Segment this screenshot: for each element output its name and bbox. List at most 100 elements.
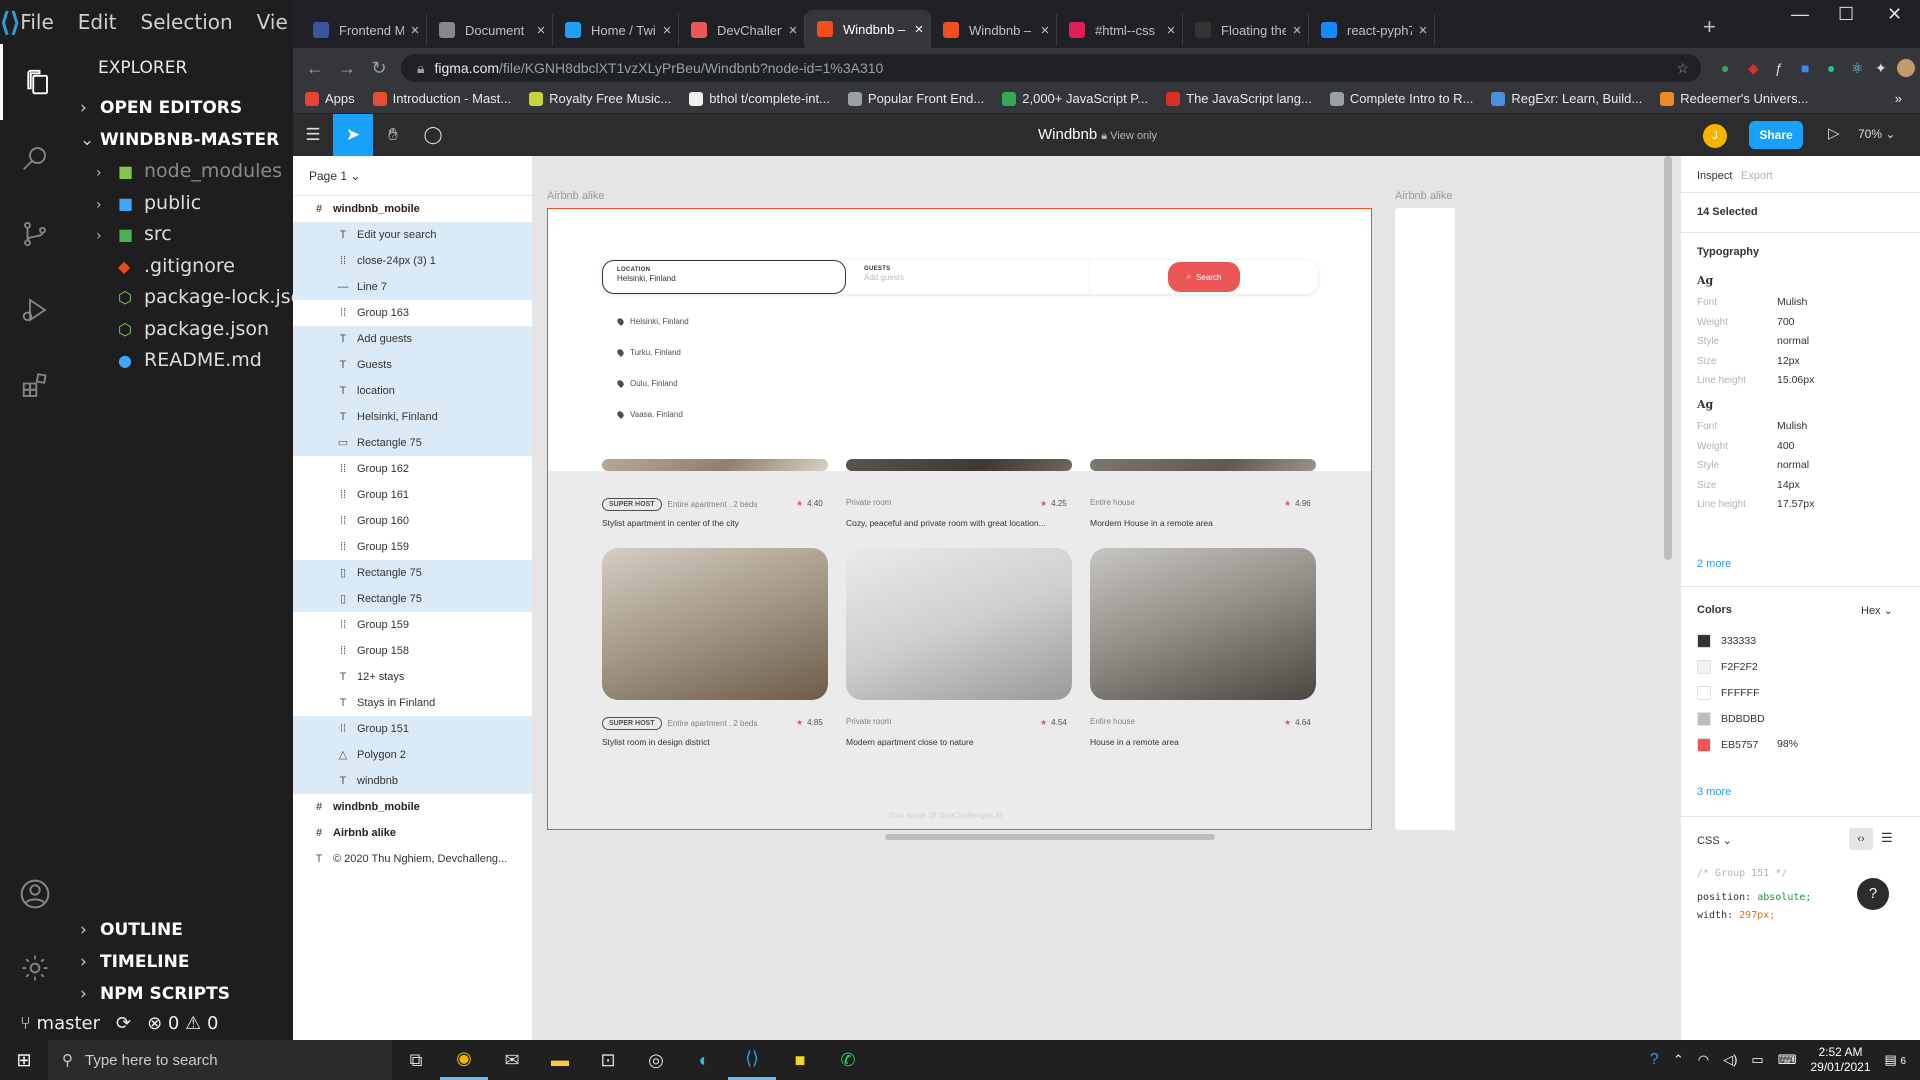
battery-icon[interactable]: ▭	[1751, 1052, 1763, 1068]
color-swatch-row[interactable]: FFFFFF	[1697, 686, 1759, 700]
layer-item[interactable]: ⁞⁞ Group 162	[293, 456, 532, 482]
bookmark-item[interactable]: bthol t/complete-int...	[689, 91, 830, 106]
layer-item[interactable]: Tlocation	[293, 378, 532, 404]
search-button[interactable]: ⌕ Search	[1168, 262, 1240, 292]
react-devtools-icon[interactable]: ⚛	[1851, 60, 1864, 77]
keyboard-icon[interactable]: ⌨	[1778, 1052, 1797, 1068]
clock[interactable]: 2:52 AM 29/01/2021	[1810, 1045, 1870, 1075]
extensions-puzzle-icon[interactable]: ✦	[1875, 60, 1887, 77]
frame-label[interactable]: Airbnb alike	[547, 190, 604, 202]
color-swatch-row[interactable]: 333333	[1697, 634, 1756, 648]
layer-item[interactable]: ▯ Rectangle 75	[293, 586, 532, 612]
profile-avatar[interactable]	[1897, 59, 1915, 77]
comment-tool-icon[interactable]: ◯	[413, 114, 453, 156]
file-gitignore[interactable]: ◆ .gitignore	[70, 251, 293, 283]
bookmark-item[interactable]: Introduction - Mast...	[372, 91, 511, 106]
tab-export[interactable]: Export	[1741, 170, 1773, 182]
bookmark-star-icon[interactable]: ☆	[1676, 60, 1689, 77]
chrome-taskbar-icon[interactable]: ◉	[440, 1040, 488, 1080]
layer-item[interactable]: ⁞⁞ Group 161	[293, 482, 532, 508]
stay-photo[interactable]	[602, 548, 828, 700]
bookmark-item[interactable]: Apps	[305, 91, 355, 106]
browser-tab[interactable]: DevChallenges |×	[679, 14, 805, 46]
stay-photo[interactable]	[602, 459, 828, 471]
layer-item[interactable]: T Add guests	[293, 326, 532, 352]
layer-item[interactable]: — Line 7	[293, 274, 532, 300]
notifications-icon[interactable]: ▤ 6	[1885, 1052, 1906, 1068]
browser-tab[interactable]: Windbnb – Figm×	[805, 10, 931, 48]
color-swatch-row[interactable]: F2F2F2	[1697, 660, 1758, 674]
artboard-airbnb-alike[interactable]: LOCATION Helsinki, Finland GUESTS Add gu…	[547, 208, 1372, 830]
color-format-dropdown[interactable]: Hex ⌄	[1861, 604, 1893, 617]
mail-taskbar-icon[interactable]: ✉	[488, 1040, 536, 1080]
hamburger-menu-icon[interactable]: ☰	[293, 114, 333, 156]
suggestion-item[interactable]: Vaasa, Finland	[615, 409, 683, 420]
file-public[interactable]: › ■ public	[70, 188, 293, 220]
browser-tab[interactable]: react-pyph7x - S×	[1309, 14, 1435, 46]
layer-item[interactable]: Twindbnb	[293, 768, 532, 794]
hand-tool-icon[interactable]: ✋︎	[373, 114, 413, 156]
open-editors-section[interactable]: › OPEN EDITORS	[70, 92, 293, 124]
account-icon[interactable]	[0, 856, 70, 932]
browser-tab[interactable]: Frontend Mentor×	[301, 14, 427, 46]
store-icon[interactable]: ⊡	[584, 1040, 632, 1080]
more-colors-link[interactable]: 3 more	[1697, 786, 1731, 798]
page-selector[interactable]: Page 1 ⌄	[293, 156, 532, 196]
vscode-taskbar-icon[interactable]: ⟨⟩	[728, 1040, 776, 1080]
close-tab-icon[interactable]: ×	[1160, 22, 1182, 39]
artboard-airbnb-alike-2[interactable]	[1395, 208, 1455, 830]
chevron-up-icon[interactable]: ⌃	[1673, 1052, 1684, 1068]
browser-tab[interactable]: Floating the pho×	[1183, 14, 1309, 46]
ublock-icon[interactable]: ◆	[1748, 60, 1759, 77]
new-tab-button[interactable]: +	[1703, 14, 1716, 40]
layer-item[interactable]: T Edit your search	[293, 222, 532, 248]
present-play-icon[interactable]: ▷	[1828, 124, 1840, 142]
more-typography-link[interactable]: 2 more	[1697, 558, 1731, 570]
layer-item[interactable]: ⁞⁞ Group 163	[293, 300, 532, 326]
extension-icon[interactable]: ●	[1721, 60, 1729, 76]
layer-item[interactable]: T Stays in Finland	[293, 690, 532, 716]
close-tab-icon[interactable]: ×	[656, 22, 678, 39]
layer-item[interactable]: T Guests	[293, 352, 532, 378]
bookmark-item[interactable]: Popular Front End...	[847, 91, 984, 106]
frame-label[interactable]: Airbnb alike	[1395, 190, 1452, 202]
list-view-icon[interactable]: ☰	[1881, 830, 1893, 846]
bookmark-item[interactable]: Redeemer's Univers...	[1660, 91, 1808, 106]
layer-item[interactable]: ⁞⁞ close-24px (3) 1	[293, 248, 532, 274]
guests-field[interactable]: GUESTS Add guests	[850, 260, 1090, 294]
menu-file[interactable]: File	[20, 10, 53, 34]
bookmark-item[interactable]: Royalty Free Music...	[529, 91, 671, 106]
windows-start-icon[interactable]: ⊞	[0, 1040, 48, 1080]
reload-button[interactable]: ↻	[363, 58, 395, 79]
close-tab-icon[interactable]: ×	[1034, 22, 1056, 39]
close-tab-icon[interactable]: ×	[782, 22, 804, 39]
css-dropdown[interactable]: CSS ⌄	[1697, 834, 1732, 847]
obs-icon[interactable]: ◎	[632, 1040, 680, 1080]
layer-item[interactable]: ⁞⁞ Group 159	[293, 612, 532, 638]
browser-tab[interactable]: Home / Twitter×	[553, 14, 679, 46]
layer-item[interactable]: T 12+ stays	[293, 664, 532, 690]
volume-icon[interactable]: ◁)	[1723, 1052, 1737, 1068]
edge-icon[interactable]: ◐	[680, 1040, 728, 1080]
url-bar[interactable]: 🔒︎ figma.com/file/KGNH8dbclXT1vzXLyPrBeu…	[401, 54, 1701, 82]
layer-item[interactable]: ▯ Rectangle 75	[293, 560, 532, 586]
back-button[interactable]: ←	[299, 58, 331, 79]
sticky-notes-icon[interactable]: ■	[776, 1040, 824, 1080]
file-package-lock[interactable]: ⬡package-lock.json	[70, 282, 293, 314]
menu-edit[interactable]: Edit	[78, 10, 117, 34]
layer-item[interactable]: # Airbnb alike	[293, 820, 532, 846]
grammarly-icon[interactable]: ●	[1827, 60, 1835, 76]
close-tab-icon[interactable]: ×	[1412, 22, 1434, 39]
layer-item[interactable]: T Helsinki, Finland	[293, 404, 532, 430]
settings-gear-icon[interactable]	[0, 930, 70, 1006]
wifi-icon[interactable]: ◠	[1698, 1052, 1709, 1068]
layer-item[interactable]: T © 2020 Thu Nghiem, Devchalleng...	[293, 846, 532, 872]
taskbar-search-box[interactable]: ⚲ Type here to search	[48, 1040, 392, 1080]
layer-item[interactable]: △ Polygon 2	[293, 742, 532, 768]
layer-item[interactable]: # windbnb_mobile	[293, 196, 532, 222]
project-folder[interactable]: ⌄ WINDBNB-MASTER	[70, 124, 293, 156]
file-src[interactable]: › ■ src	[70, 219, 293, 251]
whatsapp-icon[interactable]: ✆	[824, 1040, 872, 1080]
layer-item[interactable]: ⁞⁞ Group 151	[293, 716, 532, 742]
extension-icon[interactable]: ■	[1801, 60, 1809, 76]
